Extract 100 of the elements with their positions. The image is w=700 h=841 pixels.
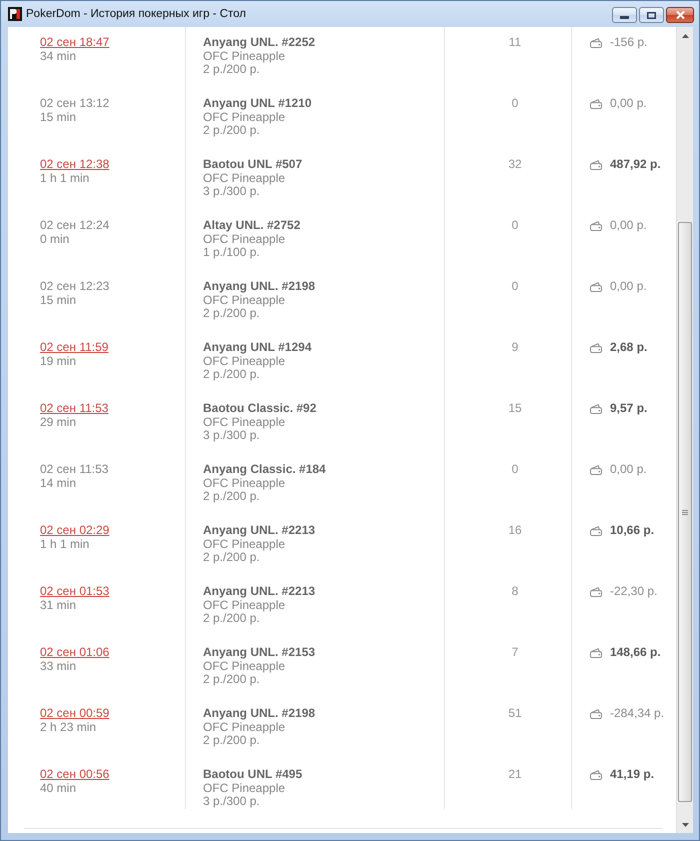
duration-text: 40 min bbox=[40, 782, 76, 795]
table-name: Baotou Classic. #92 bbox=[203, 402, 316, 416]
duration-text: 33 min bbox=[40, 660, 76, 673]
wallet-icon bbox=[590, 526, 602, 536]
hands-count: 16 bbox=[508, 524, 522, 538]
game-type: OFC Pineapple bbox=[203, 598, 286, 612]
stakes-text: 3 р./300 р. bbox=[203, 795, 260, 808]
hands-count: 0 bbox=[512, 219, 518, 232]
game-type: OFC Pineapple bbox=[203, 416, 286, 429]
date-link[interactable]: 02 сен 00:59 bbox=[40, 707, 110, 720]
table-name: Anyang UNL. #2252 bbox=[203, 36, 316, 50]
wallet-icon bbox=[590, 342, 602, 353]
game-type: OFC Pineapple bbox=[203, 110, 286, 124]
table-name: Anyang UNL. #2198 bbox=[203, 280, 316, 294]
game-type: OFC Pineapple bbox=[203, 50, 286, 63]
stakes-text: 1 р./100 р. bbox=[203, 246, 260, 260]
duration-text: 2 h 23 min bbox=[40, 720, 96, 734]
date-link[interactable]: 02 сен 00:56 bbox=[40, 768, 110, 782]
date-link[interactable]: 02 сен 12:38 bbox=[40, 158, 110, 172]
hands-count: 11 bbox=[508, 36, 522, 50]
table-name: Anyang UNL. #2198 bbox=[203, 707, 316, 720]
amount-text: -156 р. bbox=[610, 36, 648, 50]
wallet-icon bbox=[590, 98, 602, 109]
stakes-text: 2 р./200 р. bbox=[203, 124, 260, 138]
table-name: Anyang UNL #1210 bbox=[203, 97, 312, 110]
amount-text: 10,66 р. bbox=[610, 524, 654, 538]
table-name: Anyang UNL. #2153 bbox=[203, 646, 316, 660]
amount-text: 41,19 р. bbox=[610, 768, 654, 782]
stakes-text: 2 р./200 р. bbox=[203, 368, 260, 382]
amount-text: 2,68 р. bbox=[610, 341, 648, 354]
close-button[interactable] bbox=[666, 7, 694, 23]
date-text: 02 сен 12:24 bbox=[40, 219, 110, 232]
wallet-icon bbox=[590, 708, 602, 719]
table-name: Anyang UNL. #2213 bbox=[203, 585, 316, 598]
game-type: OFC Pineapple bbox=[203, 354, 286, 368]
stakes-text: 3 р./300 р. bbox=[203, 429, 260, 442]
stakes-text: 2 р./200 р. bbox=[203, 490, 260, 504]
game-type: OFC Pineapple bbox=[203, 294, 286, 307]
stakes-text: 2 р./200 р. bbox=[203, 307, 260, 320]
game-type: OFC Pineapple bbox=[203, 172, 286, 185]
duration-text: 0 min bbox=[40, 232, 70, 246]
date-link[interactable]: 02 сен 18:47 bbox=[40, 36, 110, 50]
scrollbar[interactable] bbox=[676, 27, 693, 833]
hands-count: 51 bbox=[508, 707, 522, 720]
amount-text: 0,00 р. bbox=[610, 463, 647, 476]
game-type: OFC Pineapple bbox=[203, 660, 286, 673]
game-type: OFC Pineapple bbox=[203, 538, 286, 551]
hands-count: 0 bbox=[512, 97, 518, 110]
duration-text: 14 min bbox=[40, 476, 76, 490]
wallet-icon bbox=[590, 770, 602, 780]
date-link[interactable]: 02 сен 11:53 bbox=[40, 402, 108, 416]
hands-count: 0 bbox=[512, 463, 518, 476]
game-type: OFC Pineapple bbox=[203, 476, 286, 490]
amount-text: 148,66 р. bbox=[610, 646, 661, 660]
wallet-icon bbox=[590, 282, 602, 292]
up-arrow-icon bbox=[682, 34, 688, 38]
table-name: Baotou UNL #507 bbox=[203, 158, 302, 172]
wallet-icon bbox=[590, 586, 602, 597]
maximize-button[interactable] bbox=[639, 7, 664, 23]
close-icon bbox=[676, 11, 684, 19]
amount-text: 9,57 р. bbox=[610, 402, 648, 416]
date-link[interactable]: 02 сен 02:29 bbox=[40, 524, 110, 538]
duration-text: 19 min bbox=[40, 354, 76, 368]
amount-text: -284,34 р. bbox=[610, 707, 664, 720]
game-type: OFC Pineapple bbox=[203, 720, 286, 734]
duration-text: 1 h 1 min bbox=[40, 538, 90, 551]
table-name: Altay UNL. #2752 bbox=[203, 219, 300, 232]
minimize-button[interactable] bbox=[612, 7, 637, 23]
down-arrow-icon bbox=[682, 822, 688, 826]
wallet-icon bbox=[590, 648, 602, 658]
hands-count: 15 bbox=[508, 402, 522, 416]
scrollbar-thumb[interactable] bbox=[678, 222, 692, 802]
duration-text: 1 h 1 min bbox=[40, 172, 90, 185]
date-link[interactable]: 02 сен 11:59 bbox=[40, 341, 108, 354]
stakes-text: 2 р./200 р. bbox=[203, 673, 260, 686]
duration-text: 15 min bbox=[40, 294, 76, 307]
date-link[interactable]: 02 сен 01:53 bbox=[40, 585, 110, 598]
window-title: PokerDom - История покерных игр - Стол bbox=[26, 8, 246, 20]
date-text: 02 сен 12:23 bbox=[40, 280, 110, 294]
app-logo-icon bbox=[8, 7, 22, 21]
duration-text: 31 min bbox=[40, 598, 76, 612]
grip-icon bbox=[682, 510, 688, 514]
date-link[interactable]: 02 сен 01:06 bbox=[40, 646, 110, 660]
wallet-icon bbox=[590, 464, 602, 475]
hands-count: 9 bbox=[512, 341, 518, 354]
date-text: 02 сен 13:12 bbox=[40, 97, 110, 110]
date-text: 02 сен 11:53 bbox=[40, 463, 108, 476]
stakes-text: 2 р./200 р. bbox=[203, 63, 260, 76]
table-name: Anyang UNL. #2213 bbox=[203, 524, 316, 538]
duration-text: 29 min bbox=[40, 416, 76, 429]
wallet-icon bbox=[590, 160, 602, 170]
hands-count: 32 bbox=[508, 158, 522, 172]
table-name: Anyang Classic. #184 bbox=[203, 463, 326, 476]
hands-count: 0 bbox=[512, 280, 518, 294]
amount-text: 487,92 р. bbox=[610, 158, 661, 172]
wallet-icon bbox=[590, 38, 602, 48]
minimize-icon bbox=[620, 16, 629, 18]
stakes-text: 2 р./200 р. bbox=[203, 551, 260, 564]
duration-text: 15 min bbox=[40, 110, 76, 124]
amount-text: -22,30 р. bbox=[610, 585, 658, 598]
